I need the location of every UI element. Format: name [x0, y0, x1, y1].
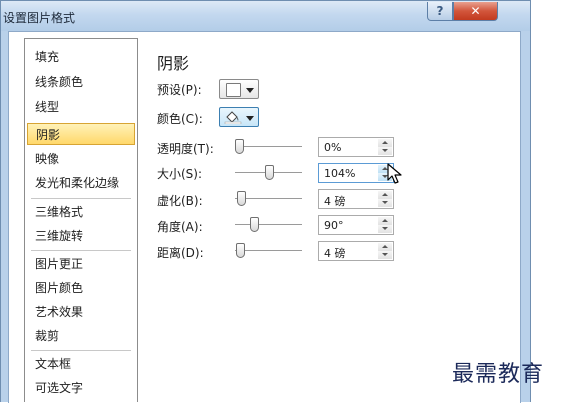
size-value[interactable]: 104%: [324, 167, 355, 180]
transparency-value[interactable]: 0%: [324, 141, 341, 154]
spin-down-icon[interactable]: [378, 251, 392, 259]
size-label: 大小(S):: [157, 167, 203, 181]
blur-spinner: 4 磅: [318, 189, 394, 209]
nav-item-alt-text[interactable]: 可选文字: [27, 377, 135, 399]
transparency-slider-thumb[interactable]: [235, 139, 244, 154]
distance-slider-track: [235, 250, 302, 251]
color-swatch: [224, 121, 242, 124]
angle-label: 角度(A):: [157, 220, 203, 234]
transparency-label: 透明度(T):: [157, 142, 214, 156]
angle-spinner: 90°: [318, 215, 394, 235]
preset-dropdown[interactable]: [219, 79, 259, 99]
nav-item-picture-corrections[interactable]: 图片更正: [27, 253, 135, 275]
preset-label: 预设(P):: [157, 83, 202, 97]
nav-item-glow-soft-edges[interactable]: 发光和柔化边缘: [27, 172, 135, 194]
preset-shadow-icon: [226, 83, 241, 97]
nav-divider: [31, 250, 131, 251]
title-bar[interactable]: 设置图片格式 ? ✕: [1, 1, 530, 31]
nav-item-fill[interactable]: 填充: [27, 46, 135, 68]
spin-up-icon[interactable]: [378, 139, 392, 147]
distance-slider-thumb[interactable]: [236, 243, 246, 258]
spin-up-icon[interactable]: [378, 243, 392, 251]
spin-up-icon[interactable]: [378, 217, 392, 225]
nav-divider: [31, 350, 131, 351]
chevron-down-icon: [246, 88, 254, 93]
size-slider-thumb[interactable]: [265, 165, 275, 180]
color-label: 颜色(C):: [157, 112, 203, 126]
distance-value[interactable]: 4 磅: [324, 245, 346, 261]
blur-label: 虚化(B):: [157, 194, 203, 208]
close-button[interactable]: ✕: [453, 2, 498, 21]
spin-down-icon[interactable]: [378, 225, 392, 233]
nav-item-artistic-effects[interactable]: 艺术效果: [27, 301, 135, 323]
distance-label: 距离(D):: [157, 246, 204, 260]
distance-spin-buttons: [378, 243, 392, 259]
color-dropdown[interactable]: [219, 107, 259, 127]
panel-title: 阴影: [157, 54, 190, 73]
angle-slider-thumb[interactable]: [249, 217, 259, 232]
nav-item-line-style[interactable]: 线型: [27, 96, 135, 118]
angle-slider-track: [235, 224, 302, 225]
watermark-text: 最需教育: [452, 362, 545, 387]
angle-value[interactable]: 90°: [324, 219, 344, 232]
spin-down-icon[interactable]: [378, 199, 392, 207]
paint-bucket-icon: [224, 111, 242, 124]
nav-divider: [31, 198, 131, 199]
transparency-slider-track: [235, 146, 302, 147]
help-button[interactable]: ?: [427, 2, 453, 21]
category-list: 填充 线条颜色 线型 阴影 映像 发光和柔化边缘 三维格式 三维旋转 图片更正 …: [24, 38, 138, 402]
size-spinner: 104%: [318, 163, 394, 183]
spin-up-icon[interactable]: [378, 191, 392, 199]
transparency-spin-buttons: [378, 139, 392, 155]
transparency-spinner: 0%: [318, 137, 394, 157]
chevron-down-icon: [246, 116, 254, 121]
nav-item-shadow[interactable]: 阴影: [27, 123, 135, 145]
mouse-pointer-icon: [387, 163, 402, 184]
nav-item-reflection[interactable]: 映像: [27, 148, 135, 170]
blur-slider-thumb[interactable]: [237, 191, 247, 206]
angle-spin-buttons: [378, 217, 392, 233]
blur-value[interactable]: 4 磅: [324, 193, 346, 209]
nav-item-picture-color[interactable]: 图片颜色: [27, 277, 135, 299]
nav-item-3d-rotation[interactable]: 三维旋转: [27, 225, 135, 247]
distance-spinner: 4 磅: [318, 241, 394, 261]
spin-down-icon[interactable]: [378, 147, 392, 155]
window-title: 设置图片格式: [3, 11, 76, 25]
nav-item-crop[interactable]: 裁剪: [27, 325, 135, 347]
nav-item-3d-format[interactable]: 三维格式: [27, 201, 135, 223]
nav-item-text-box[interactable]: 文本框: [27, 353, 135, 375]
nav-item-line-color[interactable]: 线条颜色: [27, 71, 135, 93]
blur-spin-buttons: [378, 191, 392, 207]
